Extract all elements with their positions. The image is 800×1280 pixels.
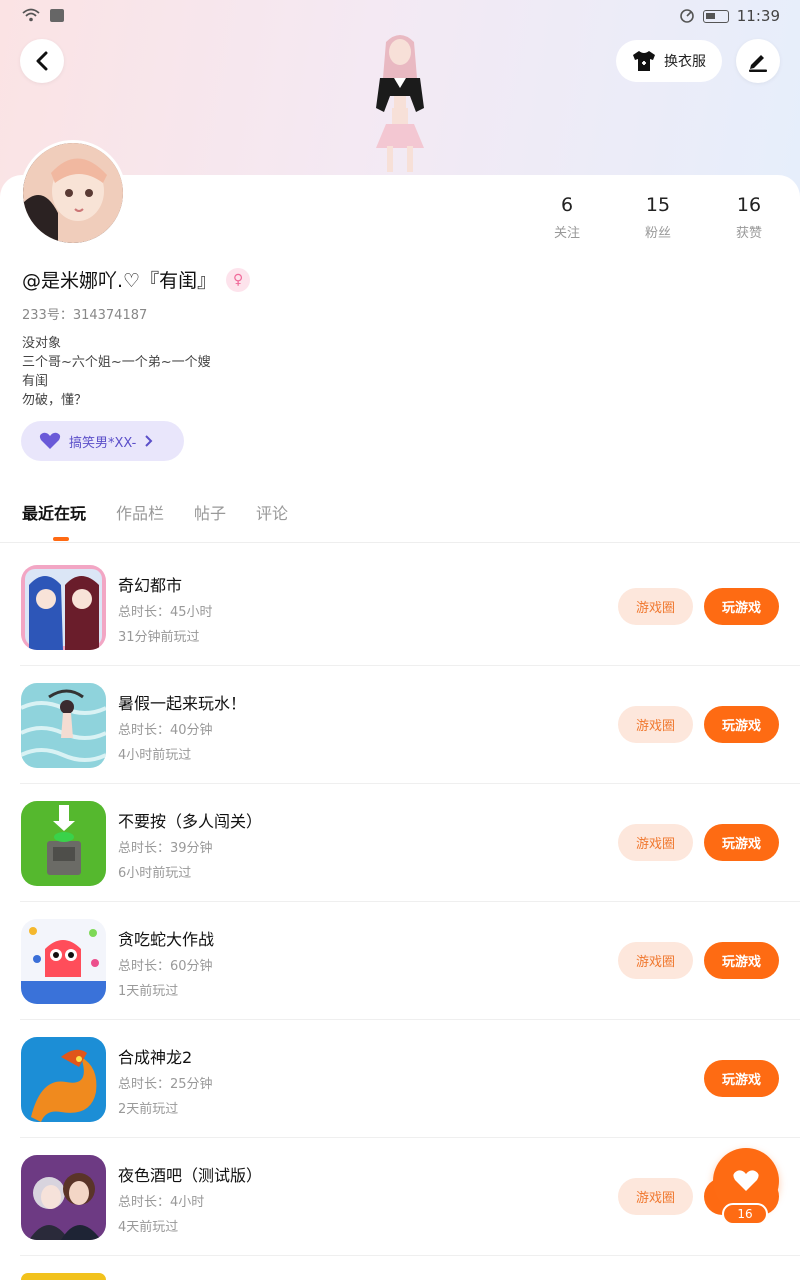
game-circle-button[interactable]: 游戏圈: [618, 588, 693, 625]
user-id: 233号：314374187: [22, 308, 148, 323]
bio-line: 三个哥~六个姐~一个弟~一个嫂: [22, 355, 211, 370]
game-icon[interactable]: [21, 683, 106, 768]
game-title: 奇幻都市: [118, 576, 183, 595]
avatar-3d-character: [376, 35, 424, 172]
play-game-button[interactable]: 玩游戏: [704, 706, 779, 743]
game-title: 贪吃蛇大作战: [118, 930, 215, 949]
tabs-divider: [0, 542, 800, 543]
game-row-partial: [0, 1256, 800, 1280]
play-game-button[interactable]: 玩游戏: [704, 588, 779, 625]
avatar-portrait: [23, 143, 123, 243]
night-bar-thumbnail: [21, 1155, 106, 1240]
likes-count: 16: [736, 194, 762, 216]
play-game-button[interactable]: 玩游戏: [704, 942, 779, 979]
tab-recently-played[interactable]: 最近在玩: [22, 500, 86, 524]
like-count-badge: 16: [722, 1203, 768, 1225]
edit-profile-button[interactable]: [736, 39, 780, 83]
play-game-button[interactable]: 玩游戏: [704, 824, 779, 861]
chevron-left-icon: [36, 51, 48, 71]
game-last-played: 1天前玩过: [118, 984, 179, 999]
game-icon[interactable]: [21, 1155, 106, 1240]
anime-characters-thumbnail: [21, 565, 106, 650]
game-circle-button[interactable]: 游戏圈: [618, 942, 693, 979]
game-row[interactable]: 贪吃蛇大作战 总时长：60分钟 1天前玩过 游戏圈 玩游戏: [0, 902, 800, 1020]
tab-comments[interactable]: 评论: [256, 500, 288, 524]
snake-game-thumbnail: [21, 919, 106, 1004]
tab-posts[interactable]: 帖子: [194, 500, 226, 524]
bio-line: 有闺: [22, 374, 49, 389]
stat-likes[interactable]: 16 获赞: [719, 194, 779, 241]
wifi-icon: [22, 8, 40, 22]
game-last-played: 4小时前玩过: [118, 748, 192, 763]
user-avatar[interactable]: [20, 140, 126, 246]
recent-games-list: 奇幻都市 总时长：45小时 31分钟前玩过 游戏圈 玩游戏 暑假一起来玩水！ 总…: [0, 548, 800, 1280]
bio-line: 勿破，懂？: [22, 393, 88, 408]
followers-label: 粉丝: [644, 226, 671, 241]
change-outfit-button[interactable]: 换衣服: [616, 40, 722, 82]
game-title: 不要按（多人闯关）: [118, 812, 263, 831]
game-icon[interactable]: [21, 1037, 106, 1122]
followers-count: 15: [645, 194, 671, 216]
bio-line: 没对象: [22, 336, 62, 351]
stat-following[interactable]: 6 关注: [537, 194, 597, 241]
female-gender-icon: ♀: [226, 267, 251, 292]
change-outfit-label: 换衣服: [664, 54, 706, 70]
game-row[interactable]: 不要按（多人闯关） 总时长：39分钟 6小时前玩过 游戏圈 玩游戏: [0, 784, 800, 902]
shirt-icon: [633, 51, 655, 71]
relationship-tag-label: 搞笑男*XX-: [69, 435, 137, 451]
game-duration: 总时长：25分钟: [118, 1077, 213, 1092]
game-duration: 总时长：40分钟: [118, 723, 213, 738]
game-last-played: 6小时前玩过: [118, 866, 192, 881]
game-icon[interactable]: [21, 565, 106, 650]
game-duration: 总时长：39分钟: [118, 841, 213, 856]
likes-label: 获赞: [735, 226, 762, 241]
game-title: 合成神龙2: [118, 1048, 193, 1067]
game-row[interactable]: 合成神龙2 总时长：25分钟 2天前玩过 玩游戏: [0, 1020, 800, 1138]
active-tab-indicator: [53, 537, 69, 541]
game-duration: 总时长：4小时: [118, 1195, 205, 1210]
profile-tabs: 最近在玩 作品栏 帖子 评论: [22, 500, 288, 524]
data-saver-icon: [679, 9, 694, 23]
game-duration: 总时长：45小时: [118, 605, 213, 620]
game-title: 夜色酒吧（测试版）: [118, 1166, 263, 1185]
game-icon[interactable]: [21, 801, 106, 886]
stat-followers[interactable]: 15 粉丝: [628, 194, 688, 241]
game-row[interactable]: 暑假一起来玩水！ 总时长：40分钟 4小时前玩过 游戏圈 玩游戏: [0, 666, 800, 784]
pen-icon: [749, 55, 767, 72]
dragon-thumbnail: [21, 1037, 106, 1122]
game-circle-button[interactable]: 游戏圈: [618, 706, 693, 743]
game-title: 暑假一起来玩水！: [118, 694, 247, 713]
chevron-right-icon: [145, 435, 153, 447]
game-last-played: 4天前玩过: [118, 1220, 179, 1235]
push-button-thumbnail: [21, 801, 106, 886]
heart-icon: [39, 432, 61, 449]
following-count: 6: [560, 194, 574, 216]
game-row[interactable]: 奇幻都市 总时长：45小时 31分钟前玩过 游戏圈 玩游戏: [0, 548, 800, 666]
notification-app-icon: [50, 8, 64, 22]
game-circle-button[interactable]: 游戏圈: [618, 1178, 693, 1215]
relationship-tag[interactable]: 搞笑男*XX-: [21, 421, 184, 461]
game-icon[interactable]: [21, 919, 106, 1004]
tab-works[interactable]: 作品栏: [116, 500, 164, 524]
back-button[interactable]: [20, 39, 64, 83]
game-circle-button[interactable]: 游戏圈: [618, 824, 693, 861]
status-bar: 11:39: [0, 0, 800, 34]
play-game-button[interactable]: 玩游戏: [704, 1060, 779, 1097]
game-last-played: 31分钟前玩过: [118, 630, 200, 645]
game-duration: 总时长：60分钟: [118, 959, 213, 974]
game-row[interactable]: 夜色酒吧（测试版） 总时长：4小时 4天前玩过 游戏圈 玩游戏: [0, 1138, 800, 1256]
username: @是米娜吖.♡『有闺』: [22, 270, 217, 292]
user-bio: 没对象 三个哥~六个姐~一个弟~一个嫂 有闺 勿破，懂？: [22, 334, 211, 410]
username-row: @是米娜吖.♡『有闺』 ♀: [22, 266, 251, 293]
swimming-pool-thumbnail: [21, 683, 106, 768]
battery-icon: [702, 9, 729, 23]
heart-icon: [733, 1170, 759, 1191]
following-label: 关注: [553, 226, 580, 241]
game-last-played: 2天前玩过: [118, 1102, 179, 1117]
status-time: 11:39: [736, 7, 780, 25]
game-icon-partial: [21, 1273, 106, 1280]
